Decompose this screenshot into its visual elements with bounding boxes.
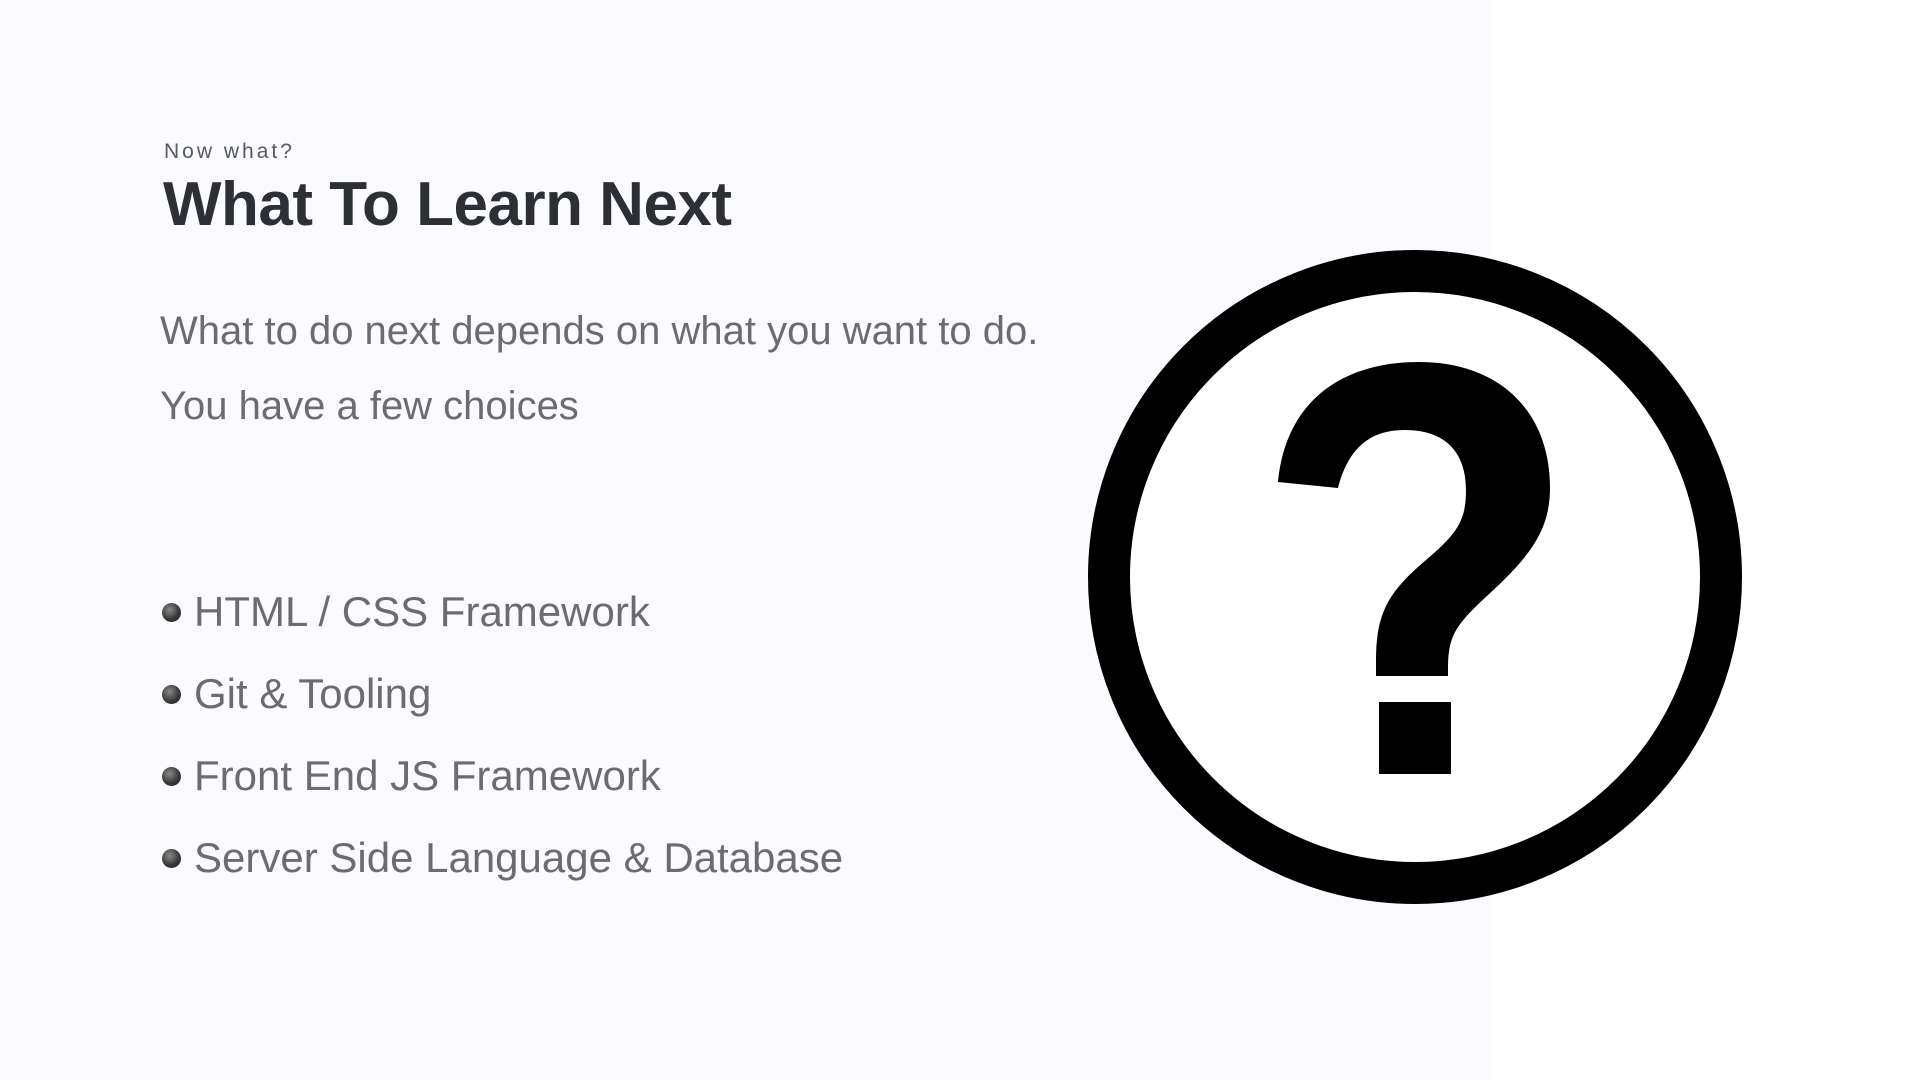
list-item: Git & Tooling (160, 664, 843, 746)
slide-title: What To Learn Next (163, 170, 732, 239)
list-item-label: Git & Tooling (194, 670, 432, 717)
list-item-label: HTML / CSS Framework (194, 588, 650, 635)
lead-paragraph: What to do next depends on what you want… (160, 309, 1039, 428)
eyebrow-text: Now what? (164, 140, 295, 163)
list-item: HTML / CSS Framework (160, 582, 843, 664)
question-circle-icon (1088, 250, 1742, 904)
list-item: Front End JS Framework (160, 746, 843, 828)
bullet-icon (162, 603, 181, 622)
bullet-icon (162, 767, 181, 786)
choices-list: HTML / CSS Framework Git & Tooling Front… (160, 582, 843, 910)
bullet-icon (162, 849, 181, 868)
bullet-icon (162, 685, 181, 704)
question-mark-dot (1379, 702, 1451, 774)
list-item-label: Server Side Language & Database (194, 834, 844, 881)
list-item-label: Front End JS Framework (194, 752, 661, 799)
list-item: Server Side Language & Database (160, 828, 843, 910)
